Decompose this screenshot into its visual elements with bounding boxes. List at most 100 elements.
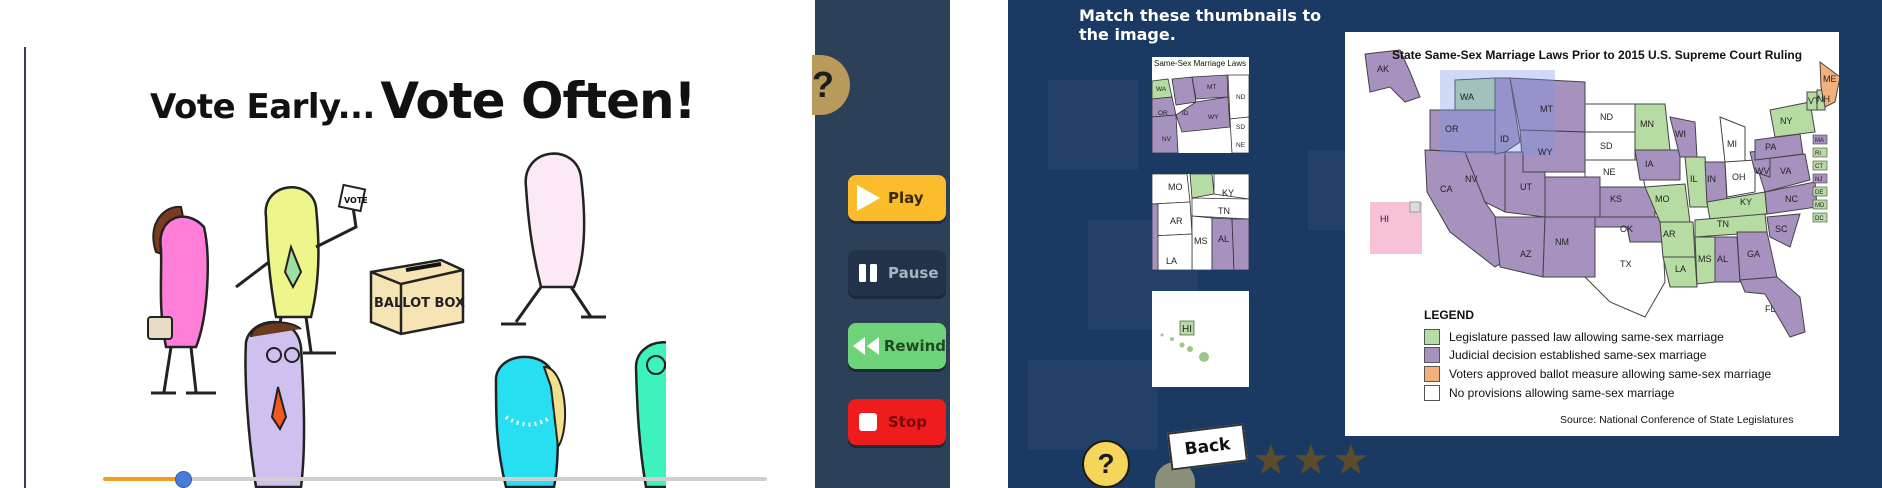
svg-text:SD: SD <box>1600 141 1613 151</box>
svg-text:OK: OK <box>1620 224 1633 234</box>
pause-button[interactable]: Pause <box>848 250 946 296</box>
rewind-label: Rewind <box>883 337 946 355</box>
help-button[interactable]: ? <box>1082 440 1130 488</box>
legend-item-legislature: Legislature passed law allowing same-sex… <box>1424 329 1724 345</box>
svg-text:PA: PA <box>1765 142 1776 152</box>
green-character <box>634 341 666 488</box>
svg-text:NH: NH <box>1817 94 1830 104</box>
stop-button[interactable]: Stop <box>848 399 946 445</box>
vote-sign: VOTE <box>344 196 368 205</box>
svg-text:WA: WA <box>1156 86 1167 93</box>
svg-text:WY: WY <box>1208 114 1219 121</box>
svg-text:KY: KY <box>1740 197 1752 207</box>
svg-text:AZ: AZ <box>1520 249 1532 259</box>
svg-text:MI: MI <box>1727 139 1737 149</box>
svg-text:RI: RI <box>1815 151 1821 157</box>
svg-text:GA: GA <box>1747 249 1760 259</box>
svg-text:TN: TN <box>1717 219 1729 229</box>
svg-text:MS: MS <box>1698 254 1712 264</box>
thumb1-title: Same-Sex Marriage Laws <box>1154 59 1246 68</box>
pause-icon <box>859 264 877 282</box>
legend-item-voters: Voters approved ballot measure allowing … <box>1424 366 1771 382</box>
stop-label: Stop <box>888 413 928 431</box>
play-label: Play <box>888 189 924 207</box>
star-icon: ★ <box>1292 436 1330 483</box>
star-icon: ★ <box>1332 436 1370 483</box>
svg-text:MO: MO <box>1168 182 1183 192</box>
svg-text:IN: IN <box>1707 174 1716 184</box>
svg-text:AL: AL <box>1218 234 1229 244</box>
map-title: State Same-Sex Marriage Laws Prior to 20… <box>1391 48 1803 62</box>
svg-text:OR: OR <box>1445 124 1459 134</box>
svg-text:MT: MT <box>1540 104 1553 114</box>
rewind-icon <box>852 337 879 355</box>
ballot-box: BALLOT BOX <box>369 258 465 336</box>
progress-fill <box>103 477 183 481</box>
svg-text:ND: ND <box>1600 112 1613 122</box>
svg-text:NM: NM <box>1555 237 1569 247</box>
svg-text:NE: NE <box>1603 167 1616 177</box>
svg-text:MD: MD <box>1815 203 1825 209</box>
svg-text:ID: ID <box>1182 110 1189 117</box>
svg-text:FL: FL <box>1765 304 1776 314</box>
svg-text:TX: TX <box>1620 259 1632 269</box>
svg-text:CA: CA <box>1440 184 1453 194</box>
thumbnail-1[interactable]: Same-Sex Marriage Laws WA MT ND OR ID WY SD N… <box>1152 57 1249 153</box>
svg-text:NJ: NJ <box>1815 177 1822 183</box>
svg-text:NV: NV <box>1162 136 1172 143</box>
svg-text:LA: LA <box>1675 264 1686 274</box>
ballot-box-label: BALLOT BOX <box>374 296 465 311</box>
pink-character <box>147 205 216 395</box>
svg-text:MO: MO <box>1655 194 1670 204</box>
progress-scrubber[interactable] <box>174 471 192 488</box>
thumbnail-2[interactable]: MO KY TN AR MS AL LA <box>1152 174 1249 270</box>
svg-text:MN: MN <box>1640 119 1654 129</box>
svg-text:WY: WY <box>1538 147 1553 157</box>
svg-text:SC: SC <box>1775 224 1788 234</box>
legend-title: LEGEND <box>1424 308 1475 322</box>
legend-item-judicial: Judicial decision established same-sex m… <box>1424 347 1706 363</box>
help-icon: ? <box>1097 448 1115 479</box>
svg-text:ND: ND <box>1236 94 1246 101</box>
star-icon: ★ <box>1252 436 1290 483</box>
svg-text:WI: WI <box>1675 129 1686 139</box>
svg-text:ME: ME <box>1823 74 1837 84</box>
title-part-1: Vote Early... <box>150 87 375 127</box>
pause-label: Pause <box>888 264 939 282</box>
instruction-text: Match these thumbnails to the image. <box>1079 6 1322 44</box>
svg-text:CT: CT <box>1815 164 1823 170</box>
svg-text:WA: WA <box>1460 92 1474 102</box>
thumbnail-3[interactable]: HI <box>1152 291 1249 387</box>
svg-text:AR: AR <box>1170 216 1183 226</box>
svg-text:OR: OR <box>1158 110 1168 117</box>
video-title: Vote Early... Vote Often! <box>150 72 696 142</box>
map-source: Source: National Conference of State Leg… <box>1560 414 1794 426</box>
play-icon <box>857 185 880 211</box>
svg-text:KY: KY <box>1222 188 1234 198</box>
svg-text:VA: VA <box>1780 166 1791 176</box>
ne-state-labels: MA RI CT NJ DE MD DC <box>1812 134 1828 223</box>
title-part-2: Vote Often! <box>380 72 696 130</box>
stop-icon <box>859 413 877 431</box>
cyan-character <box>494 355 567 488</box>
svg-text:UT: UT <box>1520 182 1532 192</box>
svg-text:MS: MS <box>1194 236 1208 246</box>
svg-text:AL: AL <box>1717 254 1728 264</box>
svg-text:MT: MT <box>1207 84 1216 91</box>
svg-text:NV: NV <box>1465 174 1478 184</box>
legend-item-none: No provisions allowing same-sex marriage <box>1424 385 1674 401</box>
svg-text:HI: HI <box>1380 214 1389 224</box>
rewind-button[interactable]: Rewind <box>848 323 946 369</box>
svg-text:OH: OH <box>1732 172 1746 182</box>
svg-text:MA: MA <box>1815 138 1824 144</box>
svg-text:SD: SD <box>1236 124 1245 131</box>
play-button[interactable]: Play <box>848 175 946 221</box>
thumb3-label: HI <box>1182 324 1192 335</box>
svg-text:TN: TN <box>1218 206 1230 216</box>
svg-text:NC: NC <box>1785 194 1798 204</box>
svg-text:IL: IL <box>1690 174 1698 184</box>
video-progress-bar[interactable] <box>103 471 767 488</box>
svg-text:NY: NY <box>1780 116 1793 126</box>
svg-text:LA: LA <box>1166 256 1177 266</box>
svg-text:DC: DC <box>1815 216 1824 222</box>
